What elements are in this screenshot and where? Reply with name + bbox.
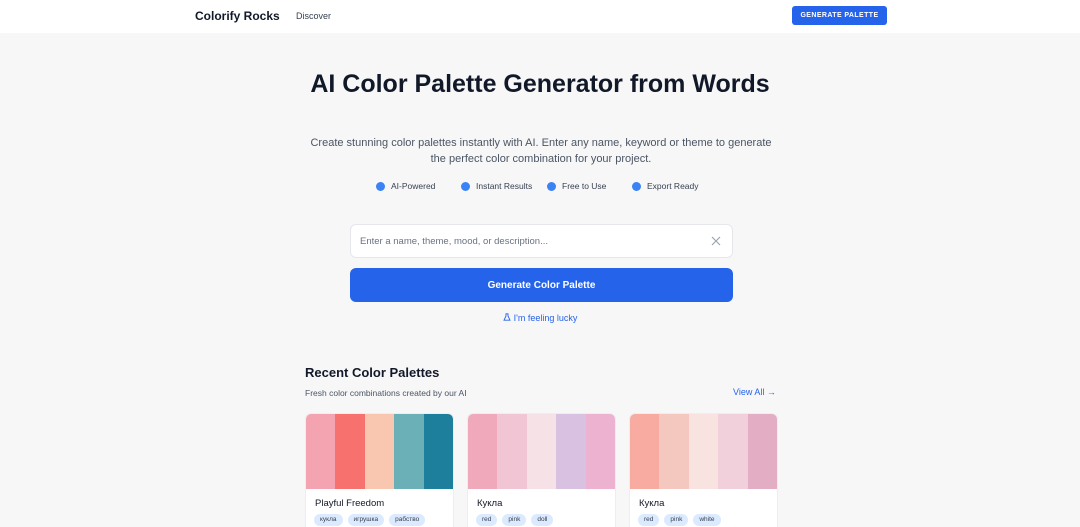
color-swatch[interactable]	[659, 414, 689, 489]
color-swatch[interactable]	[688, 414, 719, 489]
feature-instant-results: Instant Results	[461, 181, 532, 191]
palette-swatches	[468, 414, 615, 489]
palette-tag[interactable]: pink	[664, 514, 689, 526]
palette-tag[interactable]: white	[693, 514, 721, 526]
feature-label: Instant Results	[476, 181, 533, 191]
palette-card[interactable]: Playful Freedom кукла игрушка рабство	[305, 413, 454, 527]
generate-palette-header-button[interactable]: GENERATE PALETTE	[792, 6, 887, 25]
color-swatch[interactable]	[630, 414, 660, 489]
feature-label: Free to Use	[562, 181, 607, 191]
recent-palettes-title: Recent Color Palettes	[305, 365, 440, 380]
feature-list: AI-Powered Instant Results Free to Use E…	[0, 181, 1080, 193]
palette-tag[interactable]: doll	[531, 514, 554, 526]
palette-name: Кукла	[639, 498, 665, 509]
feeling-lucky-link[interactable]: I'm feeling lucky	[502, 313, 578, 323]
color-swatch[interactable]	[423, 414, 453, 489]
close-icon[interactable]	[710, 235, 722, 247]
palette-tags: red pink doll	[476, 514, 554, 526]
palette-tag[interactable]: red	[638, 514, 660, 526]
color-swatch[interactable]	[394, 414, 424, 489]
palette-card[interactable]: Кукла red pink white	[629, 413, 778, 527]
color-swatch[interactable]	[585, 414, 615, 489]
nav-link-discover[interactable]: Discover	[296, 11, 331, 21]
flask-icon	[502, 313, 511, 323]
feature-free-to-use: Free to Use	[547, 181, 606, 191]
feature-dot-icon	[632, 181, 641, 191]
color-swatch[interactable]	[718, 414, 748, 489]
palette-tags: кукла игрушка рабство	[314, 514, 426, 526]
feature-export-ready: Export Ready	[632, 181, 699, 191]
color-swatch[interactable]	[364, 414, 395, 489]
color-swatch[interactable]	[335, 414, 365, 489]
color-swatch[interactable]	[747, 414, 777, 489]
page-subtitle: Create stunning color palettes instantly…	[310, 137, 772, 165]
palette-tag[interactable]: red	[476, 514, 498, 526]
brand-logo[interactable]: Colorify Rocks	[195, 9, 280, 23]
palette-swatches	[630, 414, 777, 489]
palette-tag[interactable]: pink	[502, 514, 527, 526]
color-swatch[interactable]	[556, 414, 586, 489]
feeling-lucky-label: I'm feeling lucky	[513, 313, 578, 323]
search-box	[350, 224, 733, 258]
view-all-link[interactable]: View All →	[733, 387, 776, 397]
feature-dot-icon	[461, 181, 470, 191]
feature-ai-powered: AI-Powered	[376, 181, 435, 191]
palette-tags: red pink white	[638, 514, 721, 526]
palette-tag[interactable]: кукла	[314, 514, 343, 526]
palette-name: Кукла	[477, 498, 503, 509]
palette-tag[interactable]: рабство	[389, 514, 426, 526]
color-swatch[interactable]	[306, 414, 336, 489]
page-title: AI Color Palette Generator from Words	[310, 70, 770, 98]
color-swatch[interactable]	[526, 414, 557, 489]
feature-dot-icon	[547, 181, 556, 191]
lucky-row: I'm feeling lucky	[0, 313, 1080, 323]
generate-color-palette-button[interactable]: Generate Color Palette	[350, 268, 733, 302]
palette-prompt-input[interactable]	[360, 225, 700, 257]
feature-dot-icon	[376, 181, 385, 191]
palette-tag[interactable]: игрушка	[347, 514, 385, 526]
color-swatch[interactable]	[468, 414, 498, 489]
color-swatch[interactable]	[497, 414, 527, 489]
recent-palettes-subtitle: Fresh color combinations created by our …	[305, 388, 467, 398]
palette-card[interactable]: Кукла red pink doll	[467, 413, 616, 527]
palette-swatches	[306, 414, 453, 489]
feature-label: Export Ready	[647, 181, 699, 191]
top-navbar: Colorify Rocks Discover GENERATE PALETTE	[0, 0, 1080, 33]
feature-label: AI-Powered	[391, 181, 436, 191]
palette-name: Playful Freedom	[315, 498, 385, 509]
